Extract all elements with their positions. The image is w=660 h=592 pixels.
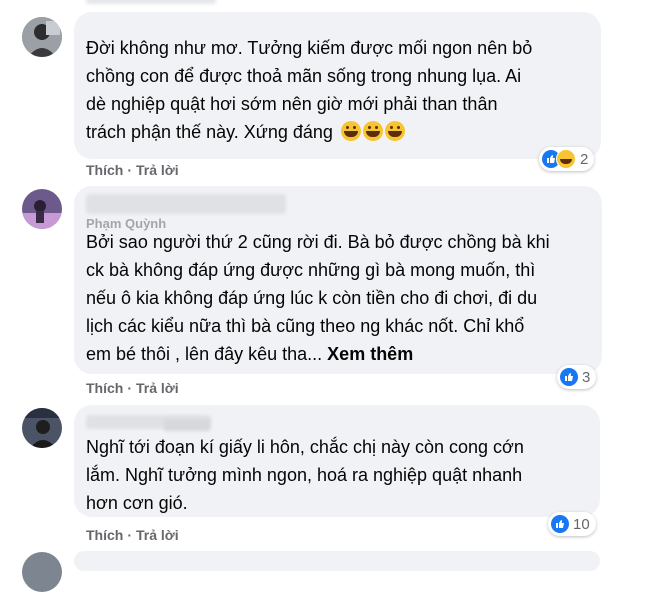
like-link[interactable]: Thích	[86, 380, 123, 396]
comment-bubble	[74, 551, 600, 571]
avatar[interactable]	[22, 408, 62, 448]
comment-text: Bởi sao người thứ 2 cũng rời đi. Bà bỏ đ…	[86, 228, 588, 368]
reaction-count: 10	[573, 515, 590, 533]
comment-text: Nghĩ tới đoạn kí giấy li hôn, chắc chị n…	[86, 433, 586, 517]
comment-text-line: ck bà không đáp ứng được những gì bà mon…	[86, 260, 536, 280]
comment-bubble: Phạm Quỳnh Bởi sao người thứ 2 cũng rời …	[74, 186, 602, 374]
reply-link[interactable]: Trả lời	[136, 162, 179, 178]
comment-text-line: nếu ô kia không đáp ứng lúc k còn tiền c…	[86, 288, 538, 308]
comment-text-line: chồng con để được thoả mãn sống trong nh…	[86, 66, 522, 86]
see-more-link[interactable]: Xem thêm	[327, 344, 413, 364]
like-link[interactable]: Thích	[86, 162, 123, 178]
avatar[interactable]	[22, 17, 62, 57]
reaction-count: 3	[582, 368, 591, 386]
comment-text-line: trách phận thế này. Xứng đáng	[86, 118, 587, 146]
avatar[interactable]	[22, 552, 62, 592]
comment-text-line: lắm. Nghĩ tưởng mình ngon, hoá ra nghiệp…	[86, 465, 523, 485]
reaction-summary[interactable]: 3	[557, 365, 597, 389]
comment-bubble: Nghĩ tới đoạn kí giấy li hôn, chắc chị n…	[74, 405, 600, 517]
commenter-name-blurred	[164, 419, 210, 431]
separator-dot: ·	[127, 527, 133, 543]
comment-text-line: Đời không như mơ. Tưởng kiếm được mối ng…	[86, 38, 533, 58]
like-reaction-icon	[551, 515, 569, 533]
previous-comment-meta-blurred	[86, 0, 216, 4]
separator-dot: ·	[127, 380, 133, 396]
comment-actions: Thích · Trả lời	[86, 527, 179, 543]
comment-actions: Thích · Trả lời	[86, 162, 179, 178]
comment-text-line: lịch các kiểu nữa thì bà cũng theo ng kh…	[86, 316, 525, 336]
reply-link[interactable]: Trả lời	[136, 380, 179, 396]
comment-text-line: Bởi sao người thứ 2 cũng rời đi. Bà bỏ đ…	[86, 232, 550, 252]
reaction-summary[interactable]: 2	[539, 147, 595, 171]
reaction-count: 2	[580, 150, 589, 168]
comment-text-line: em bé thôi , lên đây kêu tha... Xem thêm	[86, 344, 414, 364]
laughing-emoji-icon	[384, 121, 405, 141]
separator-dot: ·	[127, 162, 133, 178]
like-reaction-icon	[560, 368, 578, 386]
comment-text-line: Nghĩ tới đoạn kí giấy li hôn, chắc chị n…	[86, 437, 524, 457]
comment-text-line: dè nghiệp quật hơi sớm nên giờ mới phải …	[86, 94, 498, 114]
avatar[interactable]	[22, 189, 62, 229]
haha-reaction-icon	[556, 149, 576, 169]
reaction-summary[interactable]: 10	[548, 512, 596, 536]
laughing-emoji-icon	[362, 121, 383, 141]
comment-actions: Thích · Trả lời	[86, 380, 179, 396]
like-link[interactable]: Thích	[86, 527, 123, 543]
commenter-name-blurred[interactable]	[86, 194, 286, 214]
comment-bubble: Đời không như mơ. Tưởng kiếm được mối ng…	[74, 12, 601, 159]
laughing-emoji-icon	[340, 121, 361, 141]
comment-text-line: hơn cơn gió.	[86, 493, 188, 513]
comment-text: Đời không như mơ. Tưởng kiếm được mối ng…	[86, 34, 587, 146]
reply-link[interactable]: Trả lời	[136, 527, 179, 543]
